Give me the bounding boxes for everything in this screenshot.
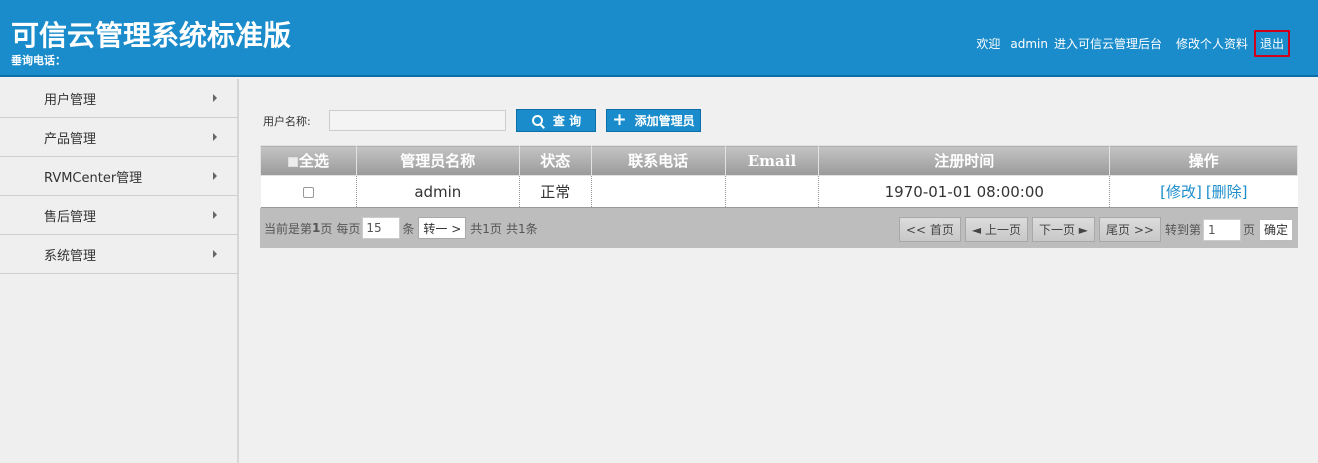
main-content: 用户名称: 查 询 + 添加管理员 全选 管理员名称 状态 联系电话 Email…: [241, 79, 1318, 463]
chevron-right-icon: [213, 211, 217, 219]
search-icon: [531, 114, 549, 128]
jump-page-input[interactable]: 1: [1202, 218, 1241, 241]
admin-name-cell: admin: [356, 175, 520, 208]
sidebar-item-label: RVMCenter管理: [44, 170, 143, 186]
status-cell: 正常: [519, 175, 592, 208]
select-all-checkbox[interactable]: [287, 157, 298, 167]
jump-to-label: 转到第: [1164, 223, 1201, 237]
name-header: 管理员名称: [355, 145, 520, 176]
row-select-cell: [260, 175, 357, 208]
welcome-text: 欢迎: [976, 37, 1001, 51]
status-header: 状态: [518, 145, 592, 176]
phone-cell: [591, 175, 726, 208]
admin-table: 全选 管理员名称 状态 联系电话 Email 注册时间 操作 admin 正常 …: [260, 145, 1298, 208]
app-title: 可信云管理系统标准版: [11, 19, 292, 52]
per-page-label: 每页: [336, 221, 361, 236]
top-nav: 欢迎 admin 进入可信云管理后台 修改个人资料 退出: [970, 30, 1290, 57]
sidebar-item-after-sales-management[interactable]: 售后管理: [0, 196, 237, 235]
chevron-right-icon: [213, 172, 217, 180]
first-page-button[interactable]: << 首页: [898, 217, 961, 242]
sidebar-item-user-management[interactable]: 用户管理: [0, 79, 237, 118]
add-admin-button[interactable]: + 添加管理员: [606, 109, 701, 132]
edit-link[interactable]: [修改]: [1160, 183, 1202, 201]
hotline-label: 垂询电话：: [11, 54, 66, 67]
per-page-input[interactable]: 15: [362, 217, 401, 239]
username-text: admin: [1010, 36, 1048, 51]
reg-time-cell: 1970-01-01 08:00:00: [818, 175, 1111, 208]
pagination-bar: 当前是第 1 页 每页 15 条 转一 > 共1页 共1条 << 首页 ◄ 上一页 …: [260, 208, 1298, 248]
per-page-go-button[interactable]: 转一 >: [418, 217, 467, 239]
next-page-button[interactable]: 下一页 ►: [1031, 217, 1096, 242]
query-button-label: 查 询: [552, 114, 582, 128]
sidebar-item-product-management[interactable]: 产品管理: [0, 118, 237, 157]
app-header: 可信云管理系统标准版 垂询电话： 欢迎 admin 进入可信云管理后台 修改个人…: [0, 0, 1318, 77]
total-pages-text: 共1页: [470, 221, 502, 236]
table-header-row: 全选 管理员名称 状态 联系电话 Email 注册时间 操作: [260, 145, 1298, 176]
table-row: admin 正常 1970-01-01 08:00:00 [修改] [删除]: [260, 175, 1298, 208]
query-button[interactable]: 查 询: [516, 109, 596, 132]
chevron-right-icon: [213, 133, 217, 141]
select-all-header[interactable]: 全选: [260, 145, 357, 176]
username-search-input[interactable]: [329, 110, 506, 131]
enter-admin-link[interactable]: 进入可信云管理后台: [1054, 35, 1162, 52]
search-bar: 用户名称: 查 询 + 添加管理员: [263, 109, 701, 132]
actions-cell: [修改] [删除]: [1109, 175, 1298, 208]
sidebar-item-system-management[interactable]: 系统管理: [0, 235, 237, 274]
total-items-text: 共1条: [505, 221, 538, 236]
pagination-controls: << 首页 ◄ 上一页 下一页 ► 尾页 >> 转到第 1 页 确定: [895, 217, 1293, 242]
chevron-right-icon: [213, 94, 217, 102]
email-header: Email: [724, 145, 820, 176]
actions-header: 操作: [1109, 145, 1298, 176]
sidebar: 用户管理 产品管理 RVMCenter管理 售后管理 系统管理: [0, 79, 239, 463]
current-page-prefix: 当前是第: [264, 221, 313, 236]
current-page-suffix: 页: [320, 221, 333, 236]
sidebar-item-label: 售后管理: [44, 209, 97, 225]
sidebar-item-label: 产品管理: [44, 131, 97, 147]
prev-page-button[interactable]: ◄ 上一页: [964, 217, 1028, 242]
phone-header: 联系电话: [590, 145, 726, 176]
chevron-right-icon: [213, 250, 217, 258]
sidebar-item-label: 系统管理: [44, 248, 97, 264]
delete-link[interactable]: [删除]: [1206, 183, 1248, 201]
username-search-label: 用户名称:: [263, 114, 311, 128]
per-page-unit: 条: [402, 221, 415, 236]
last-page-button[interactable]: 尾页 >>: [1099, 217, 1161, 242]
edit-profile-link[interactable]: 修改个人资料: [1176, 35, 1248, 52]
sidebar-item-label: 用户管理: [44, 92, 97, 108]
row-checkbox[interactable]: [302, 186, 314, 198]
plus-icon: +: [612, 110, 627, 130]
logout-link[interactable]: 退出: [1253, 30, 1290, 57]
jump-page-unit: 页: [1242, 223, 1255, 237]
current-page-number: 1: [312, 221, 321, 235]
confirm-jump-button[interactable]: 确定: [1258, 218, 1293, 241]
reg-time-header: 注册时间: [818, 145, 1111, 176]
add-admin-button-label: 添加管理员: [634, 114, 695, 128]
sidebar-item-rvmcenter-management[interactable]: RVMCenter管理: [0, 157, 237, 196]
select-all-label: 全选: [298, 152, 329, 170]
email-cell: [725, 175, 820, 208]
